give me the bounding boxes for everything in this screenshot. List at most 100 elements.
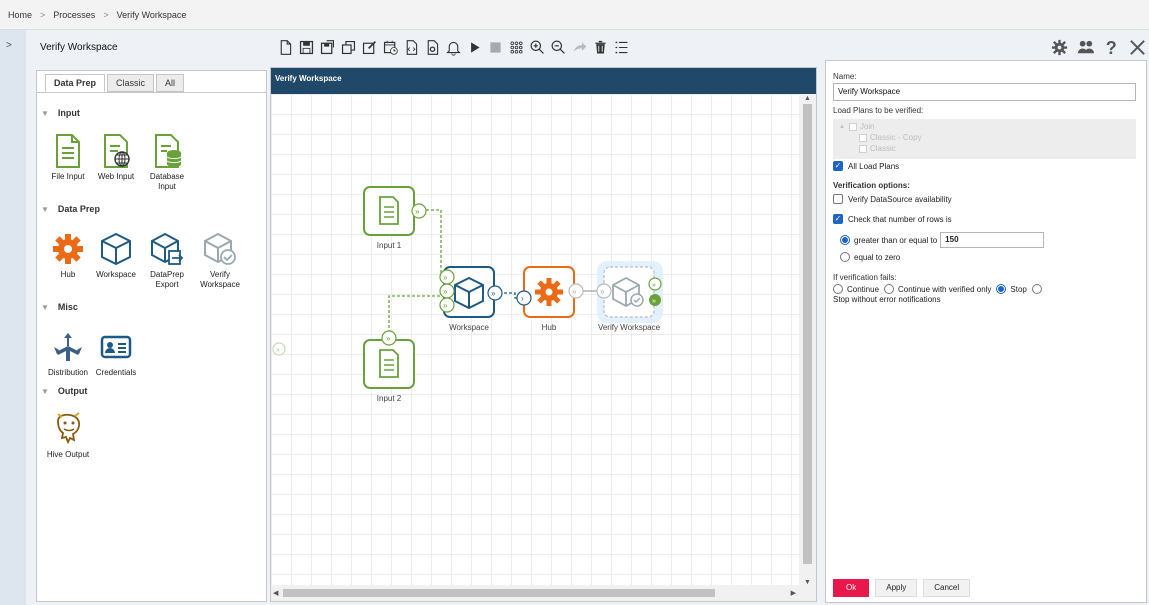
check-rows-checkbox[interactable]: ✓ bbox=[833, 214, 843, 224]
horizontal-scroll-thumb[interactable] bbox=[283, 589, 715, 597]
process-diagram[interactable]: » » » » » » » › » » » » bbox=[271, 94, 799, 587]
breadcrumb-separator: > bbox=[103, 9, 109, 20]
breadcrumb-home[interactable]: Home bbox=[8, 10, 32, 20]
section-output[interactable]: ▼ Output bbox=[41, 386, 87, 396]
tool-label: Hub bbox=[60, 270, 76, 279]
process-canvas[interactable]: Verify Workspace » » » » » » » › » » » »… bbox=[270, 67, 817, 602]
load-plans-label: Load Plans to be verified: bbox=[833, 106, 924, 115]
schedule-icon[interactable] bbox=[381, 37, 399, 57]
canvas-grid[interactable]: » » » » » » » › » » » » Input 1 Input 2 … bbox=[271, 94, 799, 587]
tool-hub[interactable]: Hub bbox=[41, 231, 95, 280]
equal-zero-option[interactable]: equal to zero bbox=[840, 252, 900, 262]
chevron-down-icon: ▼ bbox=[41, 108, 49, 118]
zoom-out-icon[interactable] bbox=[549, 37, 567, 57]
close-icon[interactable] bbox=[1127, 36, 1147, 58]
fail-continue-radio[interactable] bbox=[833, 284, 843, 294]
scroll-up-icon[interactable]: ▲ bbox=[804, 95, 811, 102]
node-label-workspace: Workspace bbox=[449, 323, 489, 332]
rows-threshold-field[interactable]: 150 bbox=[940, 232, 1045, 248]
tab-data-prep[interactable]: Data Prep bbox=[45, 74, 106, 92]
greater-equal-option[interactable]: greater than or equal to 150 bbox=[840, 232, 1045, 248]
hive-icon bbox=[50, 411, 86, 447]
all-load-plans-checkbox[interactable]: ✓ bbox=[833, 161, 843, 171]
fail-stop-radio[interactable] bbox=[996, 284, 1007, 294]
load-plan-item: Classic bbox=[859, 144, 896, 153]
name-field[interactable]: Verify Workspace bbox=[833, 83, 1136, 101]
dialog-buttons: Ok Apply Cancel bbox=[833, 579, 971, 597]
fail-stop-no-error-label: Stop without error notifications bbox=[833, 295, 941, 304]
load-plan-group-checkbox bbox=[848, 122, 857, 131]
grid-icon[interactable] bbox=[507, 37, 525, 57]
load-plan-item-checkbox bbox=[859, 144, 867, 153]
tool-credentials[interactable]: Credentials bbox=[89, 329, 143, 378]
tool-distribution[interactable]: Distribution bbox=[41, 329, 95, 378]
svg-text:»: » bbox=[491, 289, 496, 298]
stop-icon[interactable] bbox=[486, 37, 504, 57]
left-collapsed-panel[interactable]: > bbox=[0, 30, 26, 605]
tool-hive-output[interactable]: Hive Output bbox=[41, 411, 95, 460]
list-icon[interactable] bbox=[612, 37, 630, 57]
trash-icon[interactable] bbox=[591, 37, 609, 57]
fail-stop-no-error-radio[interactable] bbox=[1031, 284, 1042, 294]
verification-options-label: Verification options: bbox=[833, 181, 910, 190]
section-label: Data Prep bbox=[57, 204, 100, 214]
vertical-scrollbar[interactable]: ▲ ▼ bbox=[799, 94, 816, 587]
all-load-plans-option[interactable]: ✓ All Load Plans bbox=[833, 161, 899, 171]
palette-tabs: Data Prep Classic All bbox=[45, 74, 185, 92]
breadcrumb-separator: > bbox=[40, 9, 46, 20]
vertical-scroll-thumb[interactable] bbox=[803, 104, 812, 564]
settings-doc-icon[interactable] bbox=[423, 37, 441, 57]
zoom-in-icon[interactable] bbox=[528, 37, 546, 57]
horizontal-scrollbar[interactable]: ◀ ▶ bbox=[271, 585, 816, 601]
help-icon[interactable]: ? bbox=[1101, 36, 1121, 58]
verify-datasource-checkbox[interactable] bbox=[833, 194, 843, 204]
tool-label: Web Input bbox=[97, 172, 135, 181]
check-rows-label: Check that number of rows is bbox=[848, 214, 952, 224]
save-icon[interactable] bbox=[297, 37, 315, 57]
users-icon[interactable] bbox=[1075, 36, 1095, 58]
greater-equal-radio[interactable] bbox=[840, 235, 850, 245]
edit-icon[interactable] bbox=[360, 37, 378, 57]
bell-icon[interactable] bbox=[444, 37, 462, 57]
section-data-prep[interactable]: ▼ Data Prep bbox=[41, 204, 100, 214]
tool-database-input[interactable]: Database Input bbox=[140, 133, 194, 192]
check-rows-option[interactable]: ✓ Check that number of rows is bbox=[833, 214, 952, 224]
new-file-icon[interactable] bbox=[276, 37, 294, 57]
properties-panel: Name: Verify Workspace Load Plans to be … bbox=[825, 60, 1147, 603]
canvas-title: Verify Workspace bbox=[271, 68, 816, 94]
tool-web-input[interactable]: Web Input bbox=[89, 133, 143, 182]
verify-datasource-option[interactable]: Verify DataSource availability bbox=[833, 194, 952, 204]
svg-text:?: ? bbox=[1105, 38, 1116, 57]
fail-continue-verified-radio[interactable] bbox=[884, 284, 895, 294]
equal-zero-radio[interactable] bbox=[840, 252, 850, 262]
hub-icon bbox=[50, 231, 86, 267]
apply-button[interactable]: Apply bbox=[875, 579, 918, 597]
scroll-left-icon[interactable]: ◀ bbox=[273, 589, 278, 597]
save-as-icon[interactable] bbox=[318, 37, 336, 57]
gear-icon[interactable] bbox=[1049, 36, 1069, 58]
tool-workspace[interactable]: Workspace bbox=[89, 231, 143, 280]
run-icon[interactable] bbox=[465, 37, 483, 57]
tab-classic[interactable]: Classic bbox=[107, 74, 155, 92]
expand-icon[interactable]: > bbox=[6, 40, 12, 51]
tab-all[interactable]: All bbox=[156, 74, 185, 92]
section-input[interactable]: ▼ Input bbox=[41, 108, 80, 118]
cancel-button[interactable]: Cancel bbox=[923, 579, 971, 597]
scroll-right-icon[interactable]: ▶ bbox=[791, 589, 796, 597]
node-label-input-1: Input 1 bbox=[376, 241, 402, 250]
tool-dataprep-export[interactable]: DataPrep Export bbox=[140, 231, 194, 290]
file-input-icon bbox=[50, 133, 86, 169]
load-plans-tree: ▲ Join Classic - Copy Classic bbox=[833, 119, 1136, 159]
tool-verify-workspace[interactable]: Verify Workspace bbox=[193, 231, 247, 290]
tool-label: Database Input bbox=[149, 172, 185, 191]
breadcrumb-processes[interactable]: Processes bbox=[53, 10, 95, 20]
tool-file-input[interactable]: File Input bbox=[41, 133, 95, 182]
share-icon[interactable] bbox=[570, 37, 588, 57]
copy-icon[interactable] bbox=[339, 37, 357, 57]
load-plan-group: ▲ Join bbox=[839, 122, 875, 131]
breadcrumb: Home > Processes > Verify Workspace bbox=[0, 0, 1149, 30]
script-icon[interactable] bbox=[402, 37, 420, 57]
section-misc[interactable]: ▼ Misc bbox=[41, 302, 78, 312]
tool-palette: Data Prep Classic All ▼ Input File Input … bbox=[36, 70, 267, 602]
ok-button[interactable]: Ok bbox=[833, 579, 870, 597]
